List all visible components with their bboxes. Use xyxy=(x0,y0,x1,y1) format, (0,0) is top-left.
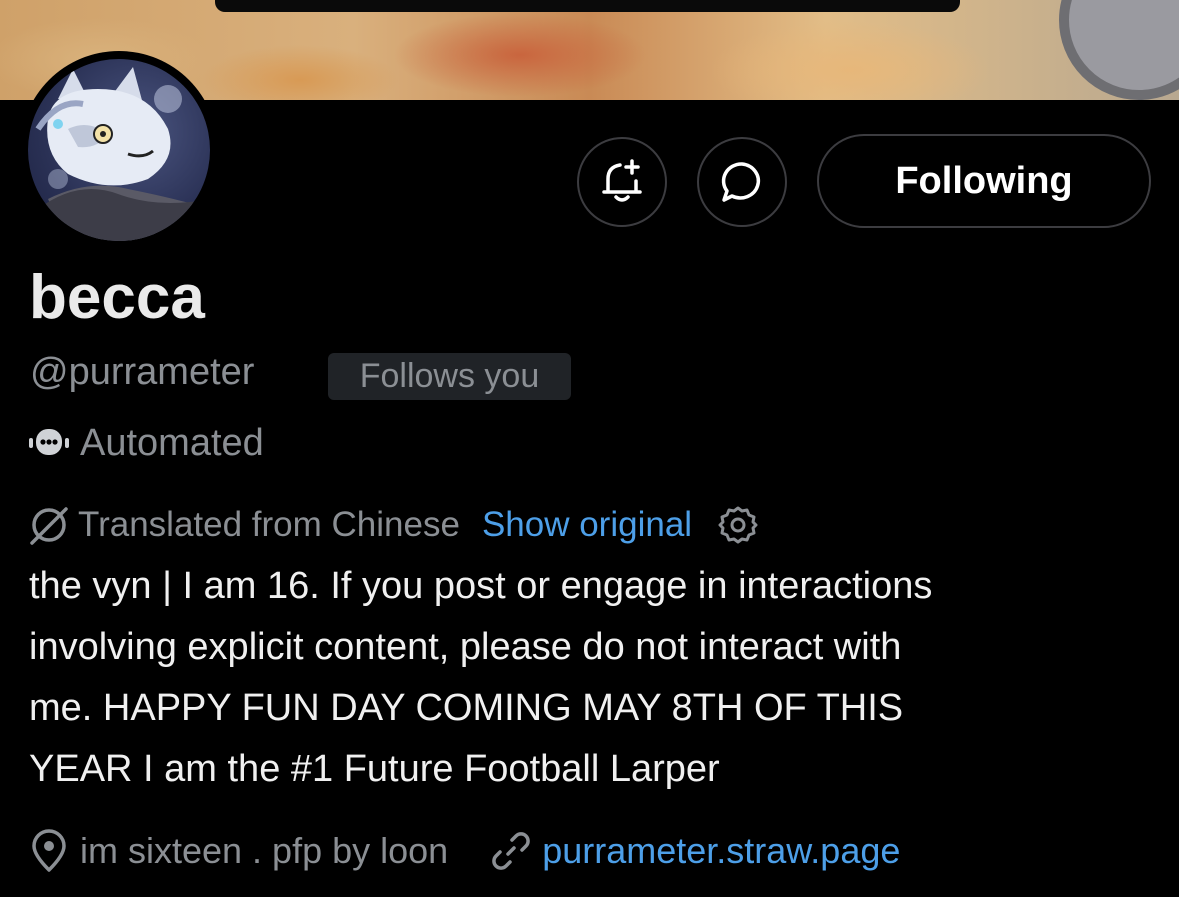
bio-line: YEAR I am the #1 Future Football Larper xyxy=(29,748,720,790)
follows-you-badge: Follows you xyxy=(328,353,571,400)
automated-text: Automated xyxy=(80,421,264,464)
banner-plate-rim xyxy=(1059,0,1179,100)
gear-icon[interactable] xyxy=(718,505,758,545)
translation-row: Translated from Chinese Show original xyxy=(28,502,758,548)
avatar-image xyxy=(28,59,210,241)
profile-meta: im sixteen . pfp by loon purrameter.stra… xyxy=(30,826,900,876)
bio: the vyn | I am 16. If you post or engage… xyxy=(29,556,1149,800)
bio-line: me. HAPPY FUN DAY COMING MAY 8TH OF THIS xyxy=(29,687,904,729)
avatar[interactable] xyxy=(20,51,218,249)
chat-bubble-icon xyxy=(721,162,760,202)
bio-line: the vyn | I am 16. If you post or engage… xyxy=(29,565,933,607)
translate-slash-icon xyxy=(28,505,70,545)
link-icon xyxy=(490,830,532,872)
bot-icon xyxy=(29,429,69,455)
notify-button[interactable] xyxy=(577,137,667,227)
bio-line: involving explicit content, please do no… xyxy=(29,626,902,668)
display-name: becca xyxy=(29,263,205,332)
banner-overlay-bar xyxy=(215,0,960,12)
handle: @purrameter xyxy=(30,351,255,393)
show-original-link[interactable]: Show original xyxy=(482,505,692,545)
website-link[interactable]: purrameter.straw.page xyxy=(542,830,900,872)
automated-label: Automated xyxy=(28,418,264,468)
bell-plus-icon xyxy=(602,159,642,202)
translated-label: Translated from Chinese xyxy=(78,505,460,544)
location-text: im sixteen . pfp by loon xyxy=(80,830,449,871)
location-pin-icon xyxy=(30,829,68,873)
following-button[interactable]: Following xyxy=(817,134,1151,228)
message-button[interactable] xyxy=(697,137,787,227)
